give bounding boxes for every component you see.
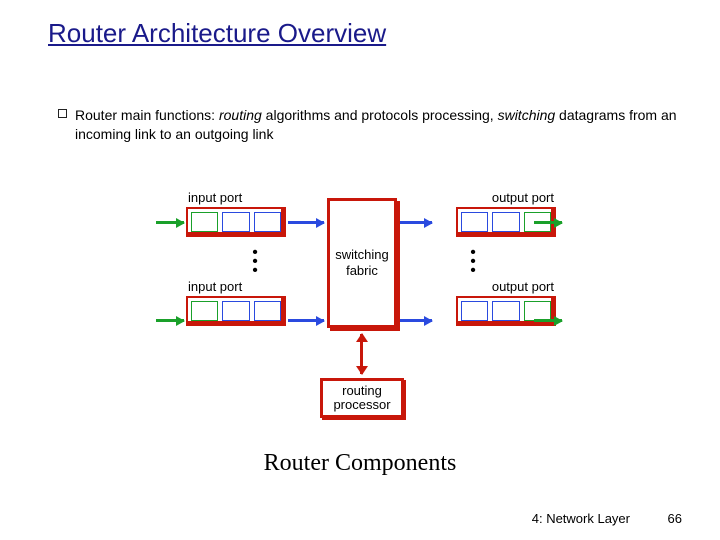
vertical-ellipsis-right: ••• <box>470 237 476 279</box>
router-diagram: input port ••• input port output port ••… <box>160 180 560 430</box>
arrow-fabric-to-processor <box>360 334 363 374</box>
port-stage-queue <box>461 301 488 321</box>
arrow-out-top <box>534 221 562 224</box>
arrow-port-to-fabric-top <box>288 221 324 224</box>
routing-processor-line1: routing <box>323 384 401 398</box>
routing-processor: routing processor <box>320 378 404 418</box>
port-stage-link-layer <box>492 212 519 232</box>
port-stage-lookup <box>254 301 281 321</box>
port-stage-link-layer <box>222 301 249 321</box>
arrow-in-top <box>156 221 184 224</box>
vertical-ellipsis-left: ••• <box>252 237 258 279</box>
footer-section-label: 4: Network Layer <box>532 511 630 526</box>
bullet-italic-switching: switching <box>498 107 556 123</box>
switching-fabric-line2: fabric <box>330 263 394 279</box>
bullet-mid: algorithms and protocols processing, <box>262 107 498 123</box>
footer-page-number: 66 <box>668 511 682 526</box>
arrow-fabric-to-port-top <box>400 221 432 224</box>
bullet-text: Router main functions: routing algorithm… <box>75 106 680 144</box>
bullet-marker <box>58 109 67 118</box>
port-stage-line-termination <box>191 212 218 232</box>
port-stage-lookup <box>254 212 281 232</box>
input-ports: input port ••• input port <box>160 190 290 326</box>
output-port-label-top: output port <box>492 190 560 205</box>
output-port-label-bottom: output port <box>492 279 560 294</box>
input-port-bottom <box>186 296 286 326</box>
arrow-in-bottom <box>156 319 184 322</box>
port-stage-line-termination <box>191 301 218 321</box>
input-port-top <box>186 207 286 237</box>
input-port-label-top: input port <box>160 190 242 205</box>
switching-fabric-line1: switching <box>330 247 394 263</box>
slide-title: Router Architecture Overview <box>48 18 386 49</box>
input-port-label-bottom: input port <box>160 279 242 294</box>
port-stage-link-layer <box>492 301 519 321</box>
bullet-italic-routing: routing <box>219 107 262 123</box>
diagram-caption: Router Components <box>0 450 720 477</box>
arrow-port-to-fabric-bottom <box>288 319 324 322</box>
port-stage-queue <box>461 212 488 232</box>
arrow-out-bottom <box>534 319 562 322</box>
port-stage-link-layer <box>222 212 249 232</box>
bullet-item: Router main functions: routing algorithm… <box>58 106 680 144</box>
routing-processor-line2: processor <box>323 398 401 412</box>
bullet-lead: Router main functions: <box>75 107 219 123</box>
arrow-fabric-to-port-bottom <box>400 319 432 322</box>
switching-fabric: switching fabric <box>327 198 397 328</box>
output-ports: output port ••• output port <box>430 190 560 326</box>
